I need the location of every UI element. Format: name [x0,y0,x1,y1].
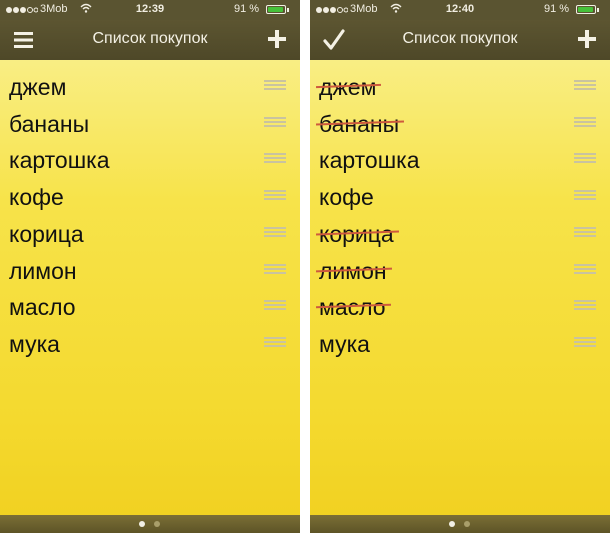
drag-handle-icon[interactable] [574,300,596,311]
list-item[interactable]: джем [0,70,300,106]
page-indicator-bar [0,515,300,533]
list-item-label: кофе [9,184,64,211]
page-title: Список покупок [402,30,518,47]
list-item-label: картошка [9,147,110,174]
battery-cap [287,8,289,12]
page-dot-2[interactable] [154,521,160,527]
plus-icon[interactable] [576,28,598,50]
list-item-label: масло [9,294,76,321]
list-item[interactable]: лимон [0,254,300,290]
drag-handle-icon[interactable] [574,116,596,127]
list-item-label: лимон [9,257,77,284]
list-item[interactable]: бананы [310,107,610,143]
page-dot-1[interactable] [449,521,455,527]
list-item[interactable]: масло [0,290,300,326]
list-item[interactable]: картошка [310,143,610,179]
drag-handle-icon[interactable] [264,116,286,127]
page-dot-1[interactable] [139,521,145,527]
list-item-label: мука [319,330,370,357]
battery-icon [576,5,596,14]
list-item[interactable]: бананы [0,107,300,143]
status-bar: 3Mob 12:39 91 % [0,0,300,20]
drag-handle-icon[interactable] [574,190,596,201]
list-item-label: корица [9,220,84,247]
list-item-label: джем [9,74,67,100]
list-item[interactable]: корица [0,217,300,253]
list-item-label: мука [9,330,60,357]
list-item[interactable]: картошка [0,143,300,179]
list-item[interactable]: мука [310,327,610,363]
navigation-bar: Список покупок [310,20,610,60]
list-item[interactable]: масло [310,290,610,326]
list-item[interactable]: мука [0,327,300,363]
battery-level [578,7,593,12]
battery-percent: 91 % [544,3,570,15]
battery-percent: 91 % [234,3,260,15]
list-item-label: бананы [9,110,90,137]
battery-level [268,7,283,12]
drag-handle-icon[interactable] [264,226,286,237]
list-item-label: картошка [319,147,420,174]
list-item[interactable]: джем [310,70,610,106]
screen-left: 3Mob 12:39 91 % Список покупок джем банан… [0,0,300,533]
plus-icon[interactable] [266,28,288,50]
battery-cap [597,8,599,12]
drag-handle-icon[interactable] [264,300,286,311]
drag-handle-icon[interactable] [264,336,286,347]
drag-handle-icon[interactable] [574,80,596,90]
page-title: Список покупок [92,30,208,47]
page-dot-2[interactable] [464,521,470,527]
drag-handle-icon[interactable] [574,263,596,274]
drag-handle-icon[interactable] [264,263,286,274]
list-item[interactable]: лимон [310,254,610,290]
screen-right: 3Mob 12:40 91 % Список покупок джем банан… [310,0,610,533]
navigation-bar: Список покупок [0,20,300,60]
drag-handle-icon[interactable] [264,153,286,164]
drag-handle-icon[interactable] [574,226,596,237]
list-item[interactable]: кофе [0,180,300,216]
battery-icon [266,5,286,14]
drag-handle-icon[interactable] [574,153,596,164]
drag-handle-icon[interactable] [574,336,596,347]
page-indicator-bar [310,515,610,533]
list-item-label: кофе [319,184,374,211]
drag-handle-icon[interactable] [264,80,286,90]
drag-handle-icon[interactable] [264,190,286,201]
status-bar: 3Mob 12:40 91 % [310,0,610,20]
list-item[interactable]: корица [310,217,610,253]
list-item[interactable]: кофе [310,180,610,216]
